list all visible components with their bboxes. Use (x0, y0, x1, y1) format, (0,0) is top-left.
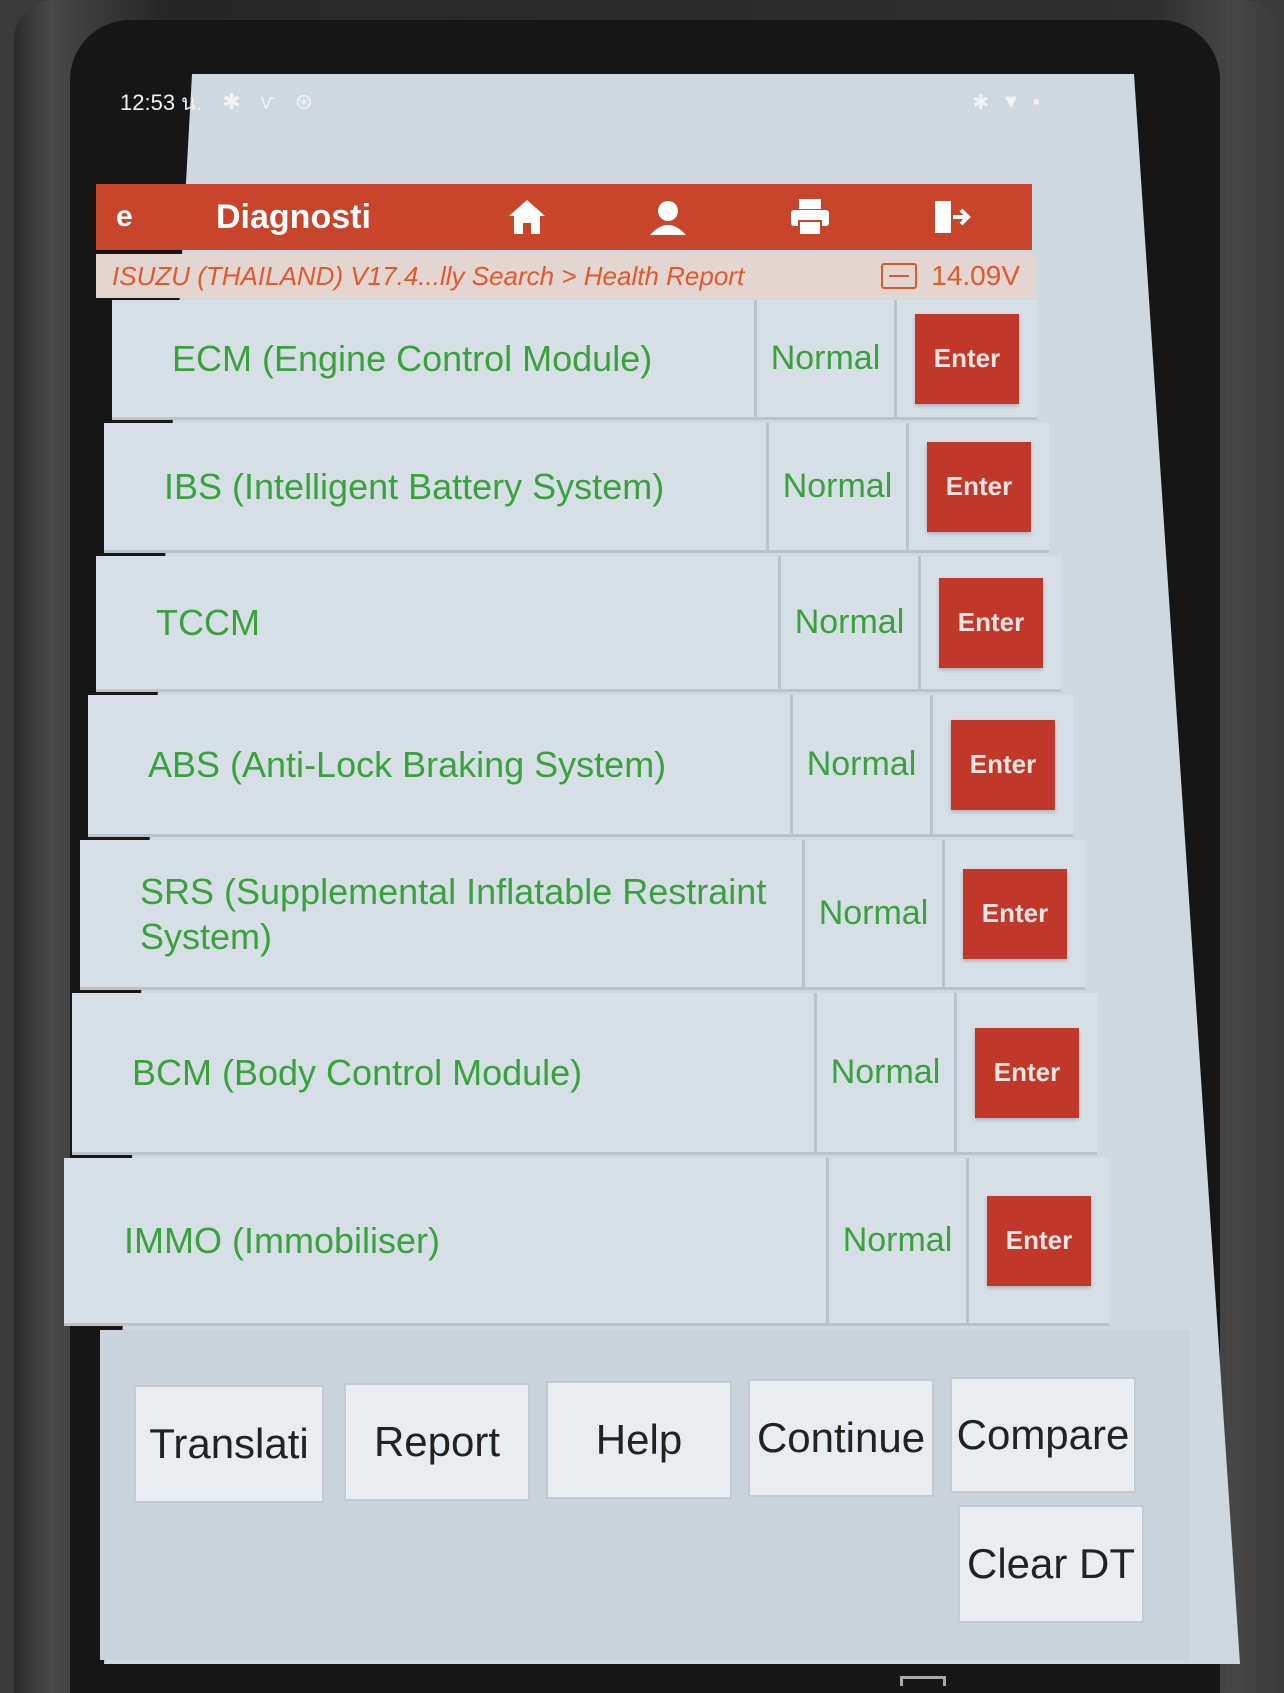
module-name: BCM (Body Control Module) (72, 993, 817, 1152)
enter-button[interactable]: Enter (939, 577, 1043, 668)
voltage-readout: 14.09V (931, 260, 1020, 291)
module-row: ABS (Anti-Lock Braking System) Normal En… (88, 695, 1073, 837)
battery-voltage-icon (881, 263, 918, 289)
page-title: Diagnosti (216, 197, 371, 236)
module-status: Normal (781, 556, 921, 689)
module-status: Normal (817, 993, 957, 1152)
sync-icon: ⊛ (294, 89, 314, 114)
enter-button[interactable]: Enter (963, 868, 1067, 959)
translation-button[interactable]: Translati (134, 1385, 324, 1503)
clear-dtc-button[interactable]: Clear DT (958, 1505, 1144, 1623)
module-name: IMMO (Immobiliser) (64, 1158, 829, 1323)
breadcrumb-path: ISUZU (THAILAND) V17.4...lly Search > He… (112, 260, 745, 291)
back-button[interactable]: e (96, 200, 216, 234)
title-bar: e Diagnosti (96, 184, 1032, 250)
enter-button[interactable]: Enter (975, 1027, 1079, 1118)
settings-icon: ✱ (222, 89, 241, 114)
enter-button[interactable]: Enter (951, 719, 1055, 810)
wifi-icon: ▼ (1001, 90, 1021, 113)
module-status: Normal (805, 840, 945, 987)
exit-icon[interactable] (929, 195, 973, 239)
enter-button[interactable]: Enter (915, 313, 1019, 404)
bottom-toolbar: Translati Report Help Continue Compare C… (100, 1330, 1190, 1660)
bluetooth-icon: ✱ (972, 91, 990, 114)
module-row: IBS (Intelligent Battery System) Normal … (104, 423, 1049, 553)
module-row: SRS (Supplemental Inflatable Restraint S… (80, 840, 1085, 990)
print-icon[interactable] (788, 195, 832, 239)
module-status: Normal (757, 300, 897, 417)
enter-button[interactable]: Enter (987, 1195, 1091, 1286)
breadcrumb: ISUZU (THAILAND) V17.4...lly Search > He… (96, 254, 1036, 298)
continue-button[interactable]: Continue (748, 1379, 934, 1497)
module-row: IMMO (Immobiliser) Normal Enter (64, 1158, 1109, 1326)
module-row: TCCM Normal Enter (96, 556, 1061, 692)
navigation-home-indicator (900, 1676, 946, 1686)
module-row: ECM (Engine Control Module) Normal Enter (112, 300, 1037, 420)
compare-button[interactable]: Compare (950, 1377, 1136, 1493)
module-name: SRS (Supplemental Inflatable Restraint S… (80, 840, 805, 987)
home-icon[interactable] (505, 195, 549, 239)
report-button[interactable]: Report (344, 1383, 530, 1501)
usb-icon: ѵ (260, 89, 275, 114)
help-button[interactable]: Help (546, 1381, 732, 1499)
status-time: 12:53 น. (120, 89, 203, 115)
module-name: ECM (Engine Control Module) (112, 300, 757, 417)
module-status: Normal (829, 1158, 969, 1323)
module-status: Normal (769, 423, 909, 550)
module-name: TCCM (96, 556, 781, 689)
module-row: BCM (Body Control Module) Normal Enter (72, 993, 1097, 1155)
enter-button[interactable]: Enter (927, 441, 1031, 532)
status-bar: 12:53 น. ✱ ѵ ⊛ ✱ ▼ ▪ (120, 74, 1040, 130)
user-icon[interactable] (646, 195, 690, 239)
module-name: IBS (Intelligent Battery System) (104, 423, 769, 550)
module-name: ABS (Anti-Lock Braking System) (88, 695, 793, 834)
module-status: Normal (793, 695, 933, 834)
battery-status-icon: ▪ (1032, 90, 1040, 113)
